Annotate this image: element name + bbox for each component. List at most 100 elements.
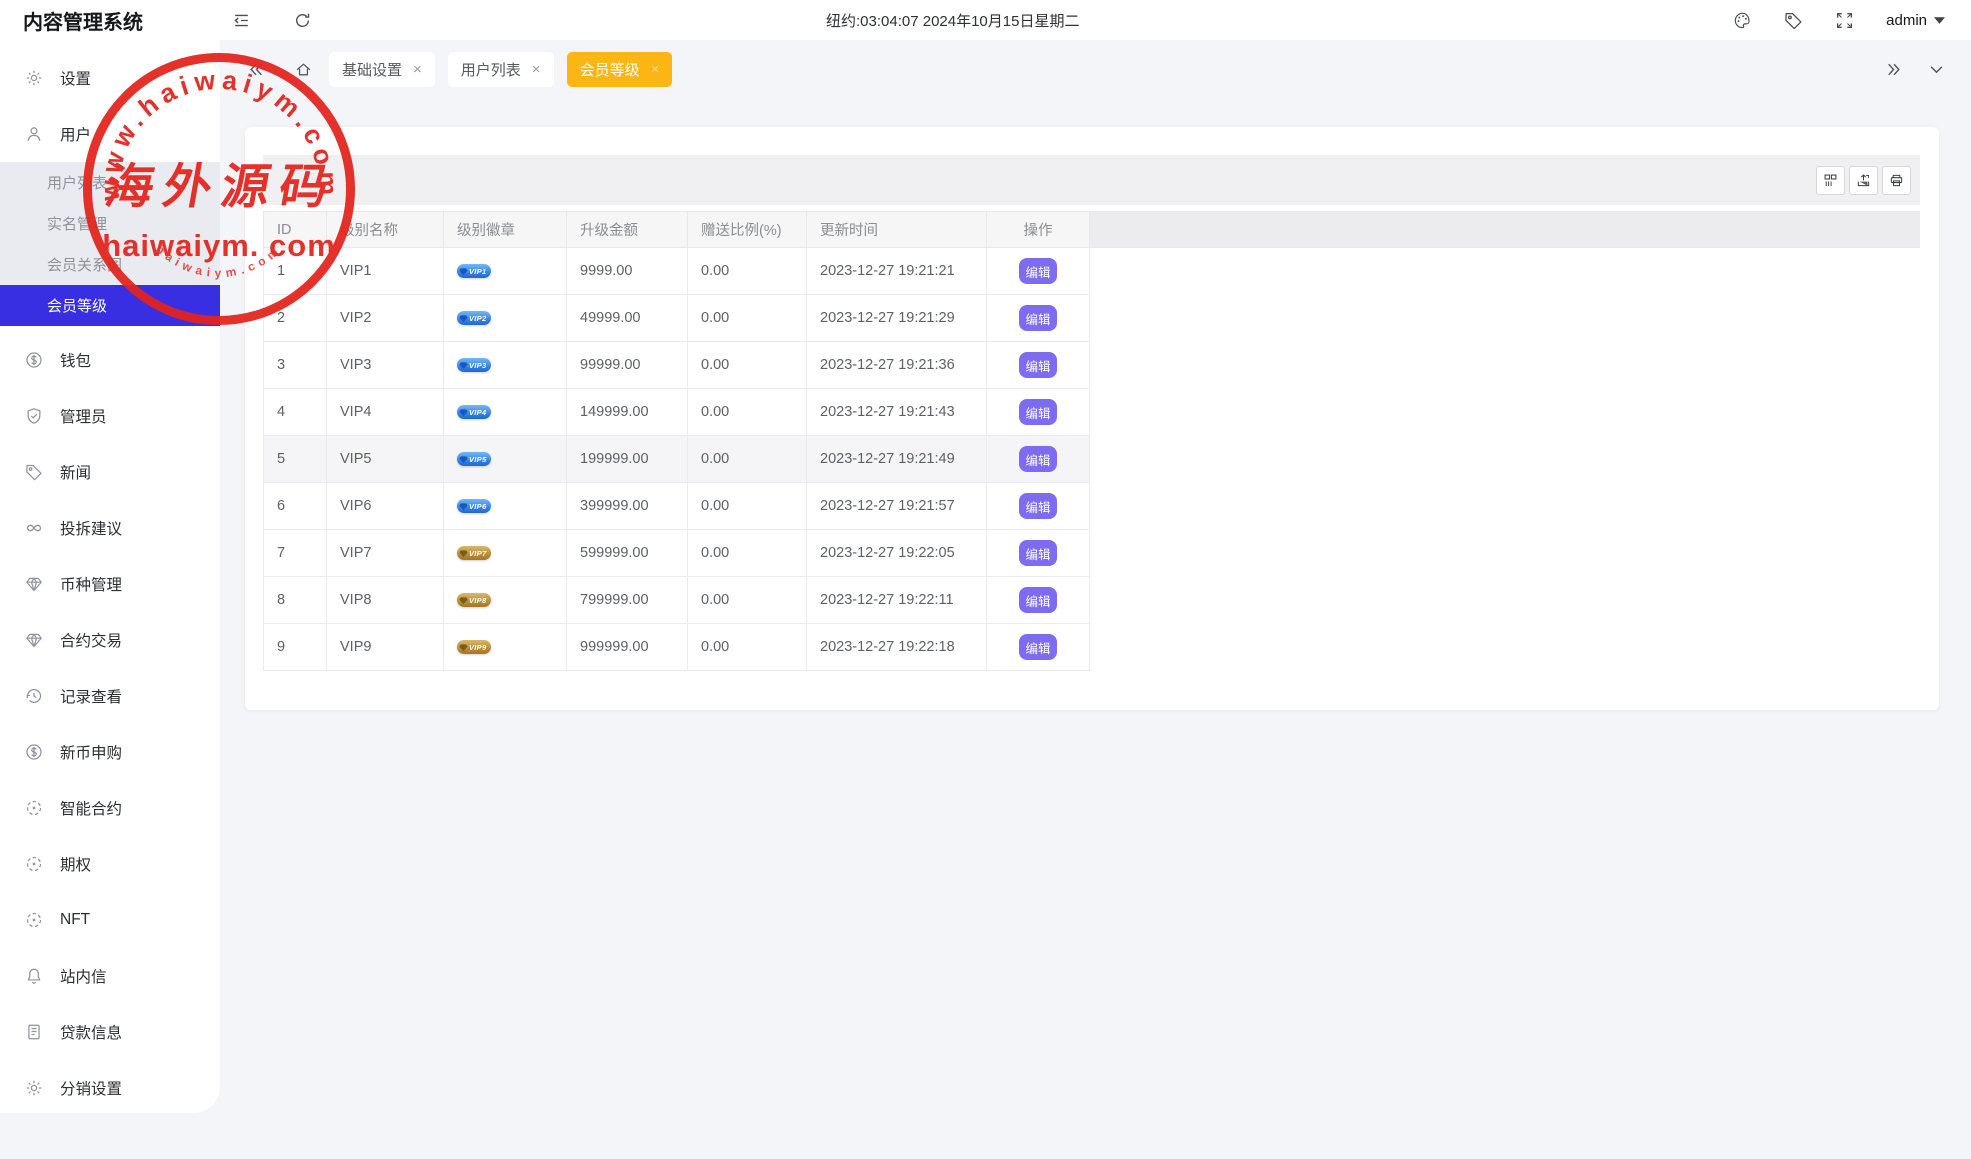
sidebar-item-合约交易[interactable]: 合约交易: [0, 612, 220, 668]
gem-icon: [459, 408, 468, 417]
table-row: 5VIP5VIP5199999.000.002023-12-27 19:21:4…: [263, 436, 1920, 483]
cell-ratio: 0.00: [688, 436, 807, 483]
vip-badge-label: VIP2: [469, 314, 486, 323]
sidebar-item-用户[interactable]: 用户: [0, 106, 220, 162]
sidebar-subitem-用户列表[interactable]: 用户列表: [0, 162, 220, 203]
tab-会员等级[interactable]: 会员等级×: [567, 52, 673, 87]
edit-button[interactable]: 编辑: [1019, 352, 1057, 378]
cell-id: 6: [263, 483, 327, 530]
edit-button[interactable]: 编辑: [1019, 540, 1057, 566]
cell-badge: VIP1: [444, 248, 567, 295]
cell-badge: VIP4: [444, 389, 567, 436]
close-icon[interactable]: ×: [413, 62, 422, 77]
cell-badge: VIP8: [444, 577, 567, 624]
cell-updated: 2023-12-27 19:22:11: [807, 577, 987, 624]
export-icon: [1856, 173, 1871, 188]
user-menu[interactable]: admin: [1886, 12, 1945, 29]
fullscreen-icon: [1835, 11, 1854, 30]
print-button[interactable]: [1882, 166, 1911, 195]
cell-updated: 2023-12-27 19:21:43: [807, 389, 987, 436]
cell-action: 编辑: [987, 483, 1090, 530]
cell-updated: 2023-12-27 19:21:36: [807, 342, 987, 389]
table-row-filler: [1090, 389, 1920, 436]
table-row-filler: [1090, 436, 1920, 483]
refresh-icon: [293, 11, 312, 30]
vip-badge-label: VIP3: [469, 361, 486, 370]
palette-button[interactable]: [1733, 11, 1752, 30]
tab-基础设置[interactable]: 基础设置×: [329, 52, 435, 87]
app-title: 内容管理系统: [0, 6, 220, 35]
cell-id: 4: [263, 389, 327, 436]
sidebar-item-钱包[interactable]: 钱包: [0, 332, 220, 388]
sidebar: 设置用户用户列表实名管理会员关系图会员等级钱包管理员新闻投拆建议币种管理合约交易…: [0, 40, 220, 1113]
sidebar-item-站内信[interactable]: 站内信: [0, 948, 220, 1004]
edit-button[interactable]: 编辑: [1019, 446, 1057, 472]
sidebar-item-分销设置[interactable]: 分销设置: [0, 1060, 220, 1116]
edit-button[interactable]: 编辑: [1019, 258, 1057, 284]
cell-amount: 599999.00: [567, 530, 688, 577]
cell-updated: 2023-12-27 19:21:21: [807, 248, 987, 295]
sidebar-item-管理员[interactable]: 管理员: [0, 388, 220, 444]
fullscreen-button[interactable]: [1835, 11, 1854, 30]
scroll-tabs-right-button[interactable]: [1885, 61, 1902, 78]
table-header-cell: 操作: [987, 211, 1090, 248]
sidebar-item-新币申购[interactable]: 新币申购: [0, 724, 220, 780]
edit-button[interactable]: 编辑: [1019, 634, 1057, 660]
table-row-filler: [1090, 624, 1920, 671]
home-button[interactable]: [295, 61, 312, 78]
export-button[interactable]: [1849, 166, 1878, 195]
table-header: ID级别名称级别徽章升级金额赠送比例(%)更新时间操作: [263, 211, 1920, 248]
gem-icon: [459, 502, 468, 511]
sidebar-item-新闻[interactable]: 新闻: [0, 444, 220, 500]
columns-button[interactable]: [1816, 166, 1845, 195]
tab-用户列表[interactable]: 用户列表 ×: [448, 52, 554, 87]
table-row: 4VIP4VIP4149999.000.002023-12-27 19:21:4…: [263, 389, 1920, 436]
vip-badge-label: VIP1: [469, 267, 486, 276]
vip-badge-icon: VIP3: [457, 358, 491, 372]
cell-action: 编辑: [987, 624, 1090, 671]
cell-action: 编辑: [987, 248, 1090, 295]
gear-icon: [25, 69, 43, 87]
sidebar-item-记录查看[interactable]: 记录查看: [0, 668, 220, 724]
cell-badge: VIP5: [444, 436, 567, 483]
sidebar-item-投拆建议[interactable]: 投拆建议: [0, 500, 220, 556]
edit-button[interactable]: 编辑: [1019, 305, 1057, 331]
tab-options-button[interactable]: [1928, 61, 1945, 78]
edit-button[interactable]: 编辑: [1019, 399, 1057, 425]
cell-action: 编辑: [987, 577, 1090, 624]
vip-badge-icon: VIP7: [457, 546, 491, 560]
collapse-menu-button[interactable]: [232, 11, 251, 30]
app-screen: 内容管理系统 纽约:03:04:07 2024年10月15日星期二 admin …: [0, 0, 1971, 1159]
sidebar-item-贷款信息[interactable]: 贷款信息: [0, 1004, 220, 1060]
cell-amount: 99999.00: [567, 342, 688, 389]
sidebar-item-智能合约[interactable]: 智能合约: [0, 780, 220, 836]
tag-icon: [25, 463, 43, 481]
edit-button[interactable]: 编辑: [1019, 587, 1057, 613]
table-header-cell: 赠送比例(%): [688, 211, 807, 248]
contract-circle-icon: [25, 855, 43, 873]
table-row: 6VIP6VIP6399999.000.002023-12-27 19:21:5…: [263, 483, 1920, 530]
sidebar-subitem-会员等级[interactable]: 会员等级: [0, 285, 220, 326]
sidebar-item-label: 投拆建议: [60, 517, 122, 539]
sidebar-subitem-实名管理[interactable]: 实名管理: [0, 203, 220, 244]
table-row-filler: [1090, 342, 1920, 389]
sidebar-item-期权[interactable]: 期权: [0, 836, 220, 892]
sidebar-subitem-会员关系图[interactable]: 会员关系图: [0, 244, 220, 285]
cell-id: 8: [263, 577, 327, 624]
vip-badge-label: VIP5: [469, 455, 486, 464]
close-icon[interactable]: ×: [651, 62, 660, 77]
tag-button[interactable]: [1784, 11, 1803, 30]
cell-badge: VIP3: [444, 342, 567, 389]
topbar-actions: admin: [1733, 11, 1971, 30]
vip-badge-icon: VIP8: [457, 593, 491, 607]
edit-button[interactable]: 编辑: [1019, 493, 1057, 519]
sidebar-item-label: 分销设置: [60, 1077, 122, 1099]
tab-label: 用户列表: [461, 59, 521, 80]
refresh-button[interactable]: [293, 11, 312, 30]
sidebar-item-设置[interactable]: 设置: [0, 50, 220, 106]
collapse-tabs-button[interactable]: [248, 61, 265, 78]
table-row: 2VIP2VIP249999.000.002023-12-27 19:21:29…: [263, 295, 1920, 342]
sidebar-item-币种管理[interactable]: 币种管理: [0, 556, 220, 612]
close-icon[interactable]: ×: [532, 62, 541, 77]
sidebar-item-NFT[interactable]: NFT: [0, 892, 220, 948]
